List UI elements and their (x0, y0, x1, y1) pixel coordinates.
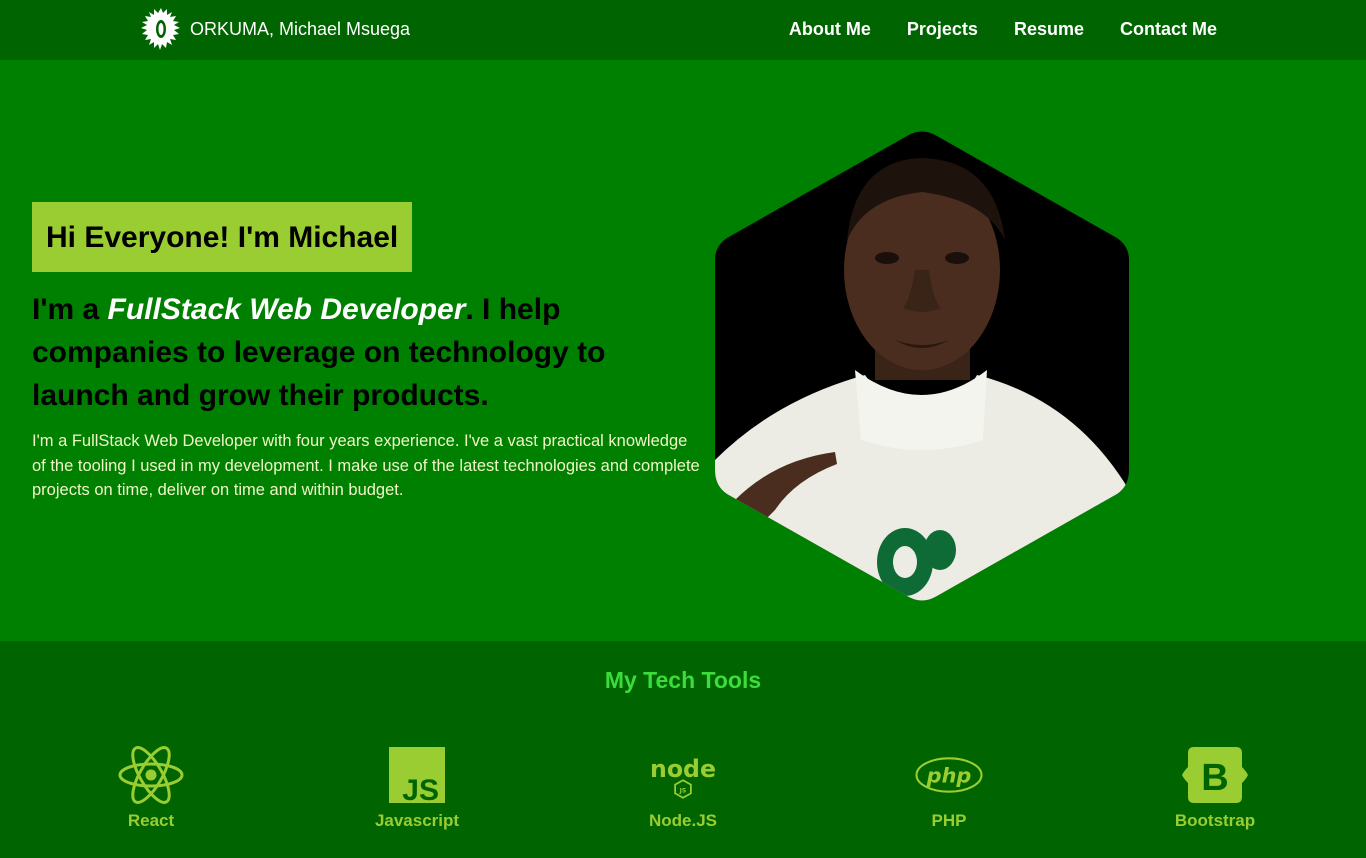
nav-link-contact[interactable]: Contact Me (1120, 19, 1217, 40)
headline-role: FullStack Web Developer (107, 293, 466, 326)
tool-nodejs: node JS Node.JS (603, 745, 763, 831)
greeting-heading: Hi Everyone! I'm Michael (32, 202, 413, 272)
profile-photo (715, 131, 1129, 601)
bio-paragraph: I'm a FullStack Web Developer with four … (32, 432, 700, 499)
svg-text:node: node (650, 755, 716, 783)
brand-name: ORKUMA, Michael Msuega (190, 18, 411, 39)
tool-bootstrap: B Bootstrap (1135, 745, 1295, 831)
nav-link-projects[interactable]: Projects (907, 19, 978, 40)
nodejs-icon: node JS (650, 755, 716, 799)
tool-label: Bootstrap (1174, 811, 1256, 830)
tool-label: Javascript (374, 811, 460, 830)
navbar: ORKUMA, Michael Msuega About Me Projects… (0, 0, 1366, 60)
headline: I'm a FullStack Web Developer. I help co… (32, 288, 692, 417)
svg-text:JS: JS (402, 774, 439, 805)
tool-label: PHP (931, 811, 967, 830)
nav-link-resume[interactable]: Resume (1014, 19, 1084, 40)
brand-logo-icon (141, 8, 180, 50)
nav-links: About Me Projects Resume Contact Me (789, 19, 1217, 40)
tech-tools-section: My Tech Tools React JS Javascript node J… (0, 641, 1366, 858)
react-icon (118, 746, 184, 804)
tool-javascript: JS Javascript (337, 745, 497, 831)
svg-text:B: B (1201, 757, 1228, 799)
svg-text:JS: JS (679, 788, 687, 795)
brand-link[interactable]: ORKUMA, Michael Msuega (138, 6, 410, 52)
headline-prefix: I'm a (32, 293, 108, 326)
svg-text:php: php (926, 764, 972, 788)
bootstrap-icon: B (1182, 747, 1248, 803)
tool-label: React (127, 811, 175, 830)
javascript-icon: JS (389, 747, 445, 805)
tool-react: React (71, 745, 231, 831)
tech-tools-title: My Tech Tools (604, 667, 762, 693)
php-icon: php (915, 757, 983, 793)
tool-label: Node.JS (648, 811, 718, 830)
hero-section: Hi Everyone! I'm Michael I'm a FullStack… (0, 60, 1366, 640)
nav-link-about[interactable]: About Me (789, 19, 871, 40)
tool-php: php PHP (869, 745, 1029, 831)
